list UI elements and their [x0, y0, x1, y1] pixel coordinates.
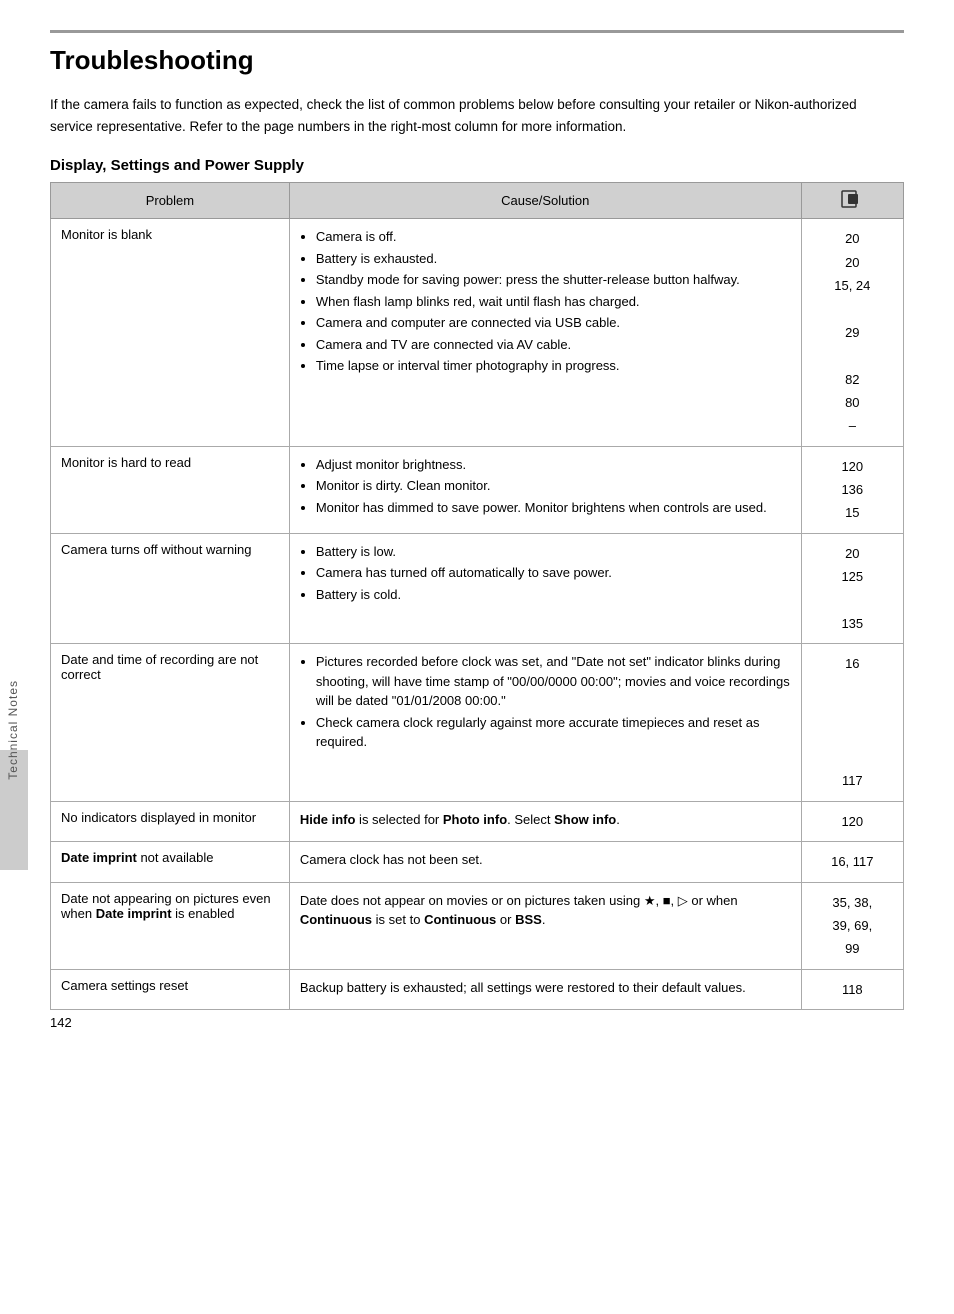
- table-row: Date and time of recording are not corre…: [51, 644, 904, 801]
- page-cell: 118: [801, 969, 903, 1009]
- problem-cell: Date and time of recording are not corre…: [51, 644, 290, 801]
- page-container: Troubleshooting If the camera fails to f…: [0, 0, 954, 1050]
- cause-cell: Adjust monitor brightness. Monitor is di…: [289, 446, 801, 533]
- problem-cell: Camera settings reset: [51, 969, 290, 1009]
- top-border: [50, 30, 904, 33]
- table-row: Camera turns off without warning Battery…: [51, 533, 904, 644]
- table-row: Date imprint not available Camera clock …: [51, 842, 904, 882]
- table-row: Date not appearing on pictures even when…: [51, 882, 904, 969]
- problem-cell: Monitor is blank: [51, 219, 290, 447]
- header-page: [801, 183, 903, 219]
- page-ref-icon: [841, 190, 863, 208]
- page-cell: 35, 38,39, 69,99: [801, 882, 903, 969]
- troubleshooting-table: Problem Cause/Solution Monitor is blank …: [50, 182, 904, 1010]
- cause-cell: Backup battery is exhausted; all setting…: [289, 969, 801, 1009]
- table-row: Camera settings reset Backup battery is …: [51, 969, 904, 1009]
- problem-cell: Date not appearing on pictures even when…: [51, 882, 290, 969]
- cause-cell: Camera clock has not been set.: [289, 842, 801, 882]
- problem-cell: No indicators displayed in monitor: [51, 801, 290, 841]
- problem-cell: Monitor is hard to read: [51, 446, 290, 533]
- cause-cell: Camera is off. Battery is exhausted. Sta…: [289, 219, 801, 447]
- page-cell: 202015, 24298280–: [801, 219, 903, 447]
- header-cause: Cause/Solution: [289, 183, 801, 219]
- page-cell: 16117: [801, 644, 903, 801]
- cause-cell: Battery is low. Camera has turned off au…: [289, 533, 801, 644]
- cause-cell: Date does not appear on movies or on pic…: [289, 882, 801, 969]
- page-cell: 16, 117: [801, 842, 903, 882]
- page-number: 142: [50, 1015, 72, 1030]
- page-cell: 120: [801, 801, 903, 841]
- side-label: Technical Notes: [6, 680, 20, 780]
- table-row: No indicators displayed in monitor Hide …: [51, 801, 904, 841]
- section-title: Display, Settings and Power Supply: [50, 157, 904, 174]
- page-title: Troubleshooting: [50, 45, 904, 76]
- intro-text: If the camera fails to function as expec…: [50, 94, 870, 137]
- page-cell: 20125135: [801, 533, 903, 644]
- table-row: Monitor is hard to read Adjust monitor b…: [51, 446, 904, 533]
- problem-cell: Date imprint not available: [51, 842, 290, 882]
- cause-cell: Pictures recorded before clock was set, …: [289, 644, 801, 801]
- header-problem: Problem: [51, 183, 290, 219]
- cause-cell: Hide info is selected for Photo info. Se…: [289, 801, 801, 841]
- page-cell: 12013615: [801, 446, 903, 533]
- problem-cell: Camera turns off without warning: [51, 533, 290, 644]
- table-row: Monitor is blank Camera is off. Battery …: [51, 219, 904, 447]
